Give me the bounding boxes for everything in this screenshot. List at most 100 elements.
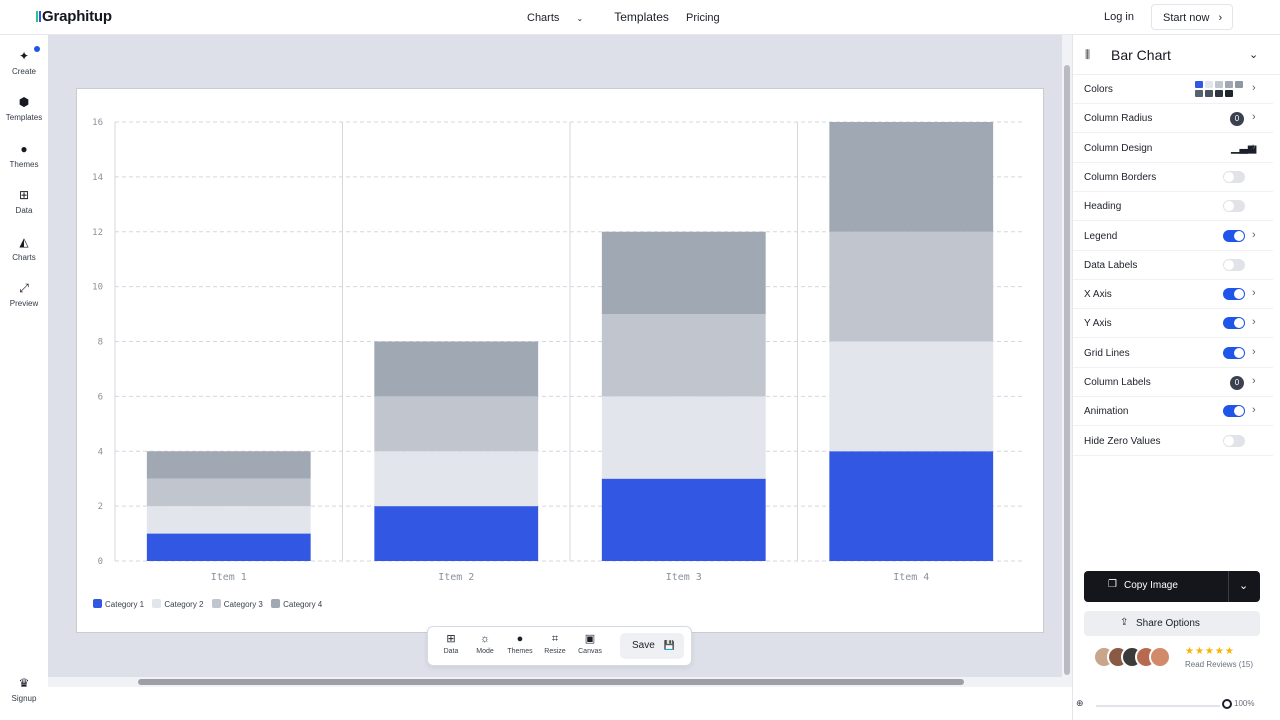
- sidebar-item-label: Signup: [11, 694, 37, 703]
- setting-column-borders[interactable]: Column Borders: [1073, 163, 1273, 192]
- graphitup-logo[interactable]: Graphitup: [36, 8, 112, 25]
- sidebar-item-templates[interactable]: ⬢ Templates: [0, 95, 48, 122]
- color-swatch: [1195, 90, 1203, 97]
- bottom-strip: [48, 687, 1072, 720]
- sidebar-item-data[interactable]: ⊞ Data: [0, 188, 48, 215]
- vertical-scrollbar[interactable]: [1062, 35, 1072, 687]
- share-options-button[interactable]: ⇪ Share Options: [1084, 611, 1260, 636]
- copy-image-button[interactable]: ❐ Copy Image ⌄: [1084, 571, 1260, 602]
- start-now-label: Start now: [1163, 12, 1210, 24]
- sidebar-item-charts[interactable]: ◭ Charts: [0, 235, 48, 262]
- data-labels-toggle[interactable]: [1223, 258, 1245, 271]
- setting-y-axis[interactable]: Y Axis ›: [1073, 309, 1273, 339]
- crop-icon: ⌗: [551, 633, 559, 645]
- login-link[interactable]: Log in: [1104, 11, 1134, 23]
- left-sidebar: ✦ Create ⬢ Templates ● Themes ⊞ Data ◭ C…: [0, 35, 48, 720]
- column-labels-value: 0: [1230, 376, 1244, 390]
- chevron-down-icon: ⌄: [1249, 49, 1259, 61]
- horizontal-scrollbar[interactable]: [48, 677, 1062, 687]
- legend-label: Category 1: [105, 600, 145, 609]
- image-icon: ▣: [584, 633, 596, 645]
- setting-label: Grid Lines: [1084, 347, 1130, 359]
- nav-templates[interactable]: Templates: [614, 10, 669, 24]
- setting-label: Column Labels: [1084, 377, 1151, 388]
- color-swatches[interactable]: [1195, 81, 1247, 99]
- chart-card[interactable]: 0 2 4 6 8 10 12 14 16 Item 1 Item 2 Item 3 Item 4 Ca…: [76, 88, 1044, 633]
- y-tick-label: 4: [98, 447, 103, 457]
- setting-label: Colors: [1084, 84, 1113, 95]
- sidebar-item-create[interactable]: ✦ Create: [0, 46, 48, 76]
- setting-label: Column Radius: [1084, 113, 1153, 125]
- scrollbar-thumb[interactable]: [1064, 65, 1070, 675]
- sidebar-item-themes[interactable]: ● Themes: [0, 142, 48, 169]
- setting-heading[interactable]: Heading: [1073, 192, 1273, 222]
- x-tick-label: Item 2: [438, 572, 474, 583]
- chevron-down-icon[interactable]: ⌄: [1239, 579, 1248, 592]
- hide-zero-values-toggle[interactable]: [1223, 434, 1245, 447]
- grid-lines-toggle[interactable]: [1223, 346, 1245, 359]
- bar-segment: [601, 314, 766, 397]
- setting-label: Hide Zero Values: [1084, 435, 1161, 447]
- setting-column-labels[interactable]: Column Labels 0 ›: [1073, 368, 1273, 397]
- bar-segment: [601, 478, 766, 561]
- toggle-knob: [1224, 435, 1234, 446]
- chevron-right-icon: ›: [1252, 228, 1256, 241]
- nav-charts[interactable]: Charts ⌄: [527, 12, 597, 24]
- setting-data-labels[interactable]: Data Labels: [1073, 251, 1273, 280]
- y-tick-label: 16: [92, 118, 103, 128]
- reviews-widget[interactable]: ★★★★★ Read Reviews (15): [1093, 646, 1273, 672]
- bar-segment: [829, 231, 994, 342]
- legend-item: Category 4: [271, 599, 322, 609]
- y-axis-toggle[interactable]: [1223, 317, 1245, 330]
- column-borders-toggle[interactable]: [1223, 170, 1245, 183]
- save-button[interactable]: Save 💾: [620, 633, 684, 659]
- toolbar-canvas-button[interactable]: ▣ Canvas: [573, 632, 607, 655]
- chart-type-selector[interactable]: ⫼ Bar Chart ⌄: [1073, 35, 1280, 75]
- x-tick-label: Item 4: [893, 572, 929, 583]
- legend-toggle[interactable]: [1223, 229, 1245, 242]
- avatar: [1149, 646, 1171, 668]
- setting-grid-lines[interactable]: Grid Lines ›: [1073, 339, 1273, 368]
- setting-colors[interactable]: Colors ›: [1073, 75, 1273, 104]
- legend-item: Category 1: [93, 599, 144, 609]
- sun-icon: ☼: [479, 633, 491, 645]
- sidebar-item-preview[interactable]: ⤢ Preview: [0, 281, 48, 308]
- table-icon: ⊞: [18, 188, 30, 202]
- toolbar-label: Canvas: [578, 648, 602, 655]
- share-icon: ⇪: [1120, 617, 1129, 628]
- nav-pricing[interactable]: Pricing: [686, 12, 720, 24]
- toolbar-mode-button[interactable]: ☼ Mode: [468, 632, 502, 655]
- setting-legend[interactable]: Legend ›: [1073, 222, 1273, 251]
- scrollbar-thumb[interactable]: [138, 679, 964, 685]
- setting-hide-zero-values[interactable]: Hide Zero Values: [1073, 427, 1273, 456]
- start-now-button[interactable]: Start now ›: [1151, 4, 1233, 30]
- setting-label: Heading: [1084, 201, 1122, 213]
- logo-text: Graphitup: [42, 8, 112, 25]
- x-axis-toggle[interactable]: [1223, 288, 1245, 301]
- toolbar-resize-button[interactable]: ⌗ Resize: [538, 632, 572, 655]
- setting-animation[interactable]: Animation ›: [1073, 397, 1273, 427]
- copy-icon: ❐: [1108, 579, 1117, 590]
- read-reviews-link[interactable]: Read Reviews (15): [1185, 660, 1253, 669]
- toolbar-data-button[interactable]: ⊞ Data: [434, 632, 468, 655]
- setting-label: Y Axis: [1084, 318, 1112, 330]
- cube-icon: ⬢: [18, 95, 30, 109]
- setting-label: Data Labels: [1084, 259, 1138, 271]
- color-swatch: [1195, 81, 1203, 88]
- setting-x-axis[interactable]: X Axis ›: [1073, 280, 1273, 310]
- toolbar-themes-button[interactable]: ● Themes: [503, 632, 537, 655]
- toggle-knob: [1224, 201, 1234, 212]
- sidebar-item-label: Themes: [9, 160, 39, 169]
- panel-title: Bar Chart: [1111, 47, 1171, 63]
- animation-toggle[interactable]: [1223, 405, 1245, 418]
- heading-toggle[interactable]: [1223, 200, 1245, 213]
- zoom-in-icon[interactable]: ⊕: [1076, 698, 1084, 709]
- x-tick-label: Item 1: [211, 572, 247, 583]
- setting-column-design[interactable]: Column Design ▁▃▅ ›: [1073, 134, 1273, 163]
- bar-segment: [374, 341, 539, 397]
- setting-column-radius[interactable]: Column Radius 0 ›: [1073, 104, 1273, 134]
- zoom-slider-track[interactable]: [1096, 705, 1220, 707]
- zoom-slider-handle[interactable]: [1222, 699, 1232, 709]
- sidebar-item-signup[interactable]: ♛ Signup: [0, 676, 48, 703]
- sidebar-item-label: Templates: [5, 113, 43, 122]
